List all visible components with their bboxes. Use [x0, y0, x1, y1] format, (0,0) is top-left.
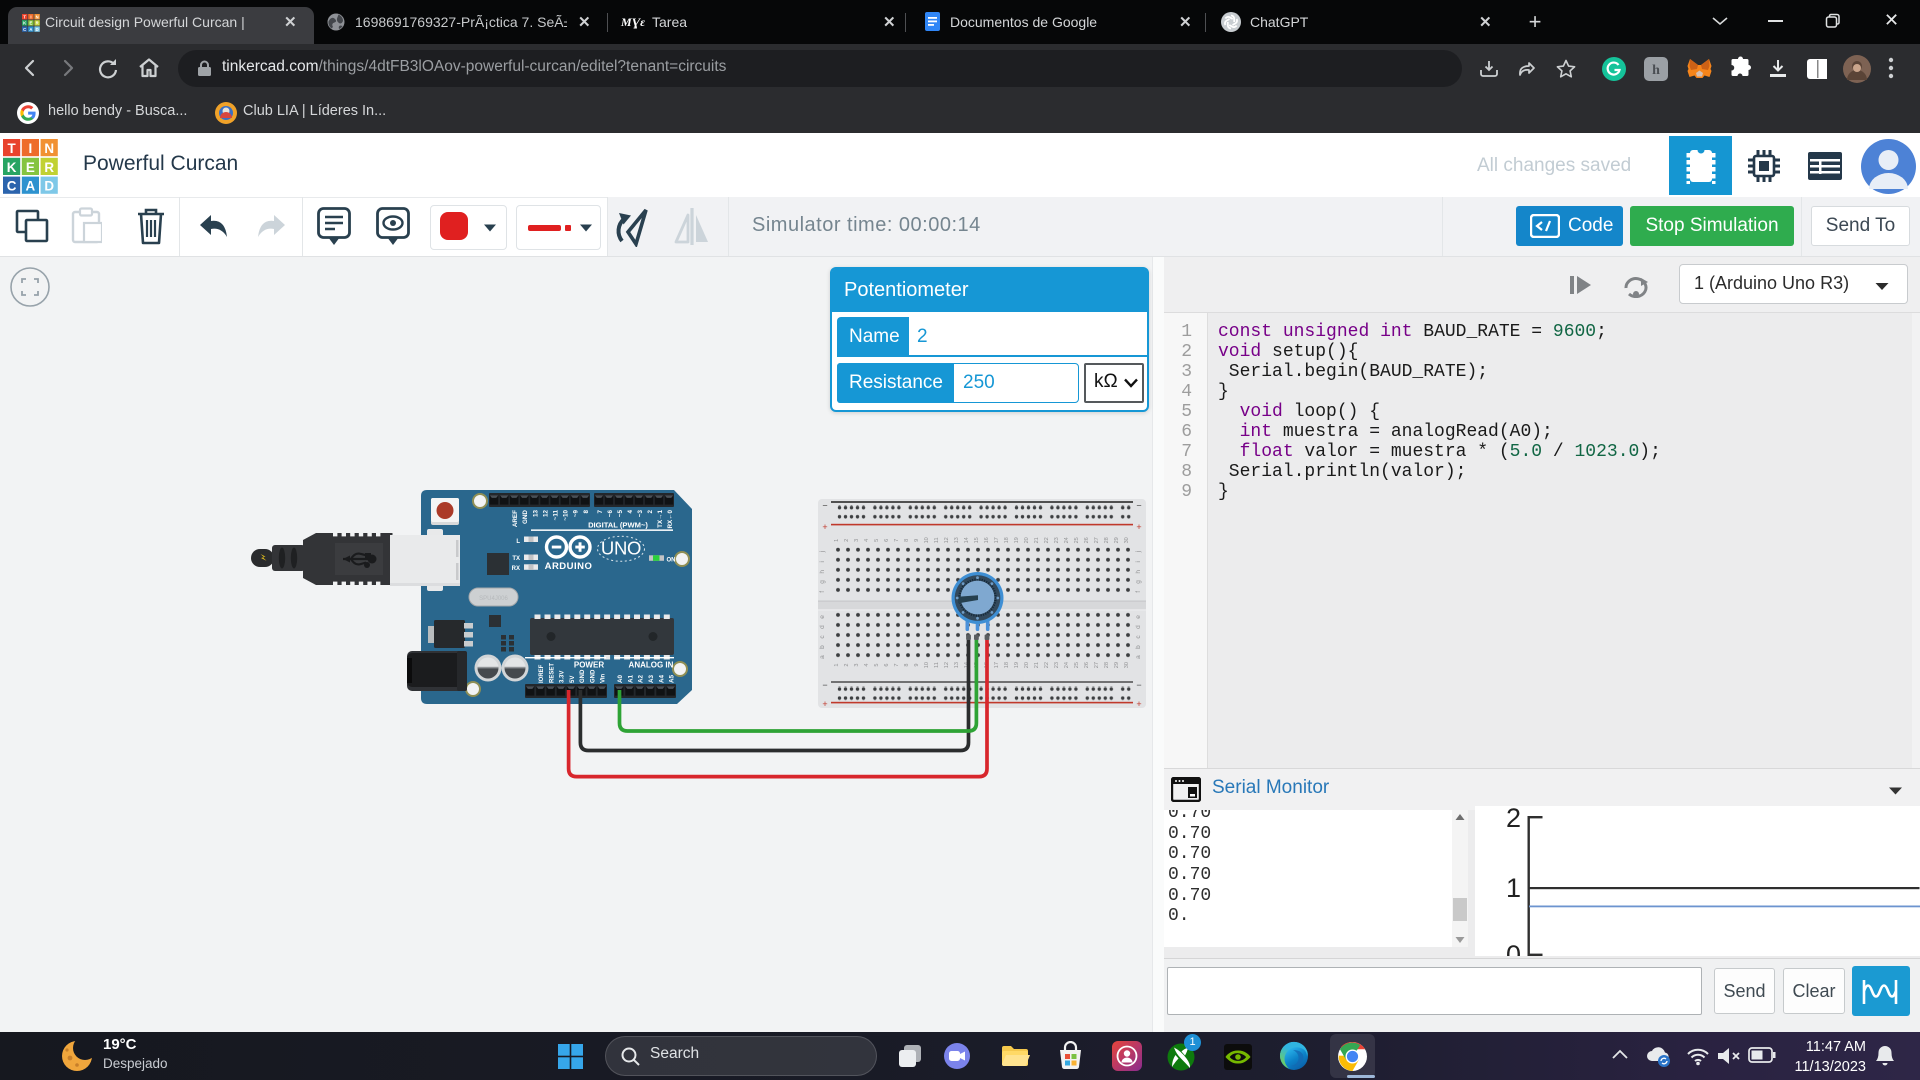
- svg-text:E: E: [26, 160, 35, 175]
- svg-text:K: K: [7, 160, 17, 175]
- svg-text:T: T: [7, 141, 16, 156]
- svg-text:E: E: [29, 21, 32, 26]
- svg-text:D: D: [44, 179, 54, 194]
- svg-text:R: R: [44, 160, 54, 175]
- svg-text:A: A: [26, 179, 36, 194]
- svg-text:N: N: [44, 141, 54, 156]
- svg-text:C: C: [7, 179, 17, 194]
- svg-text:I: I: [30, 14, 31, 19]
- svg-text:2: 2: [1506, 806, 1521, 833]
- svg-text:1: 1: [1506, 873, 1521, 903]
- svg-text:I: I: [29, 141, 33, 156]
- svg-text:MƔɛ: MƔɛ: [620, 15, 645, 29]
- svg-text:A: A: [29, 27, 32, 32]
- svg-text:D: D: [36, 27, 39, 32]
- svg-text:0: 0: [1506, 940, 1521, 956]
- svg-text:R: R: [36, 21, 39, 26]
- svg-text:h: h: [1652, 63, 1660, 78]
- svg-text:C: C: [23, 27, 26, 32]
- svg-text:N: N: [36, 14, 39, 19]
- svg-text:T: T: [23, 14, 26, 19]
- svg-text:K: K: [23, 21, 26, 26]
